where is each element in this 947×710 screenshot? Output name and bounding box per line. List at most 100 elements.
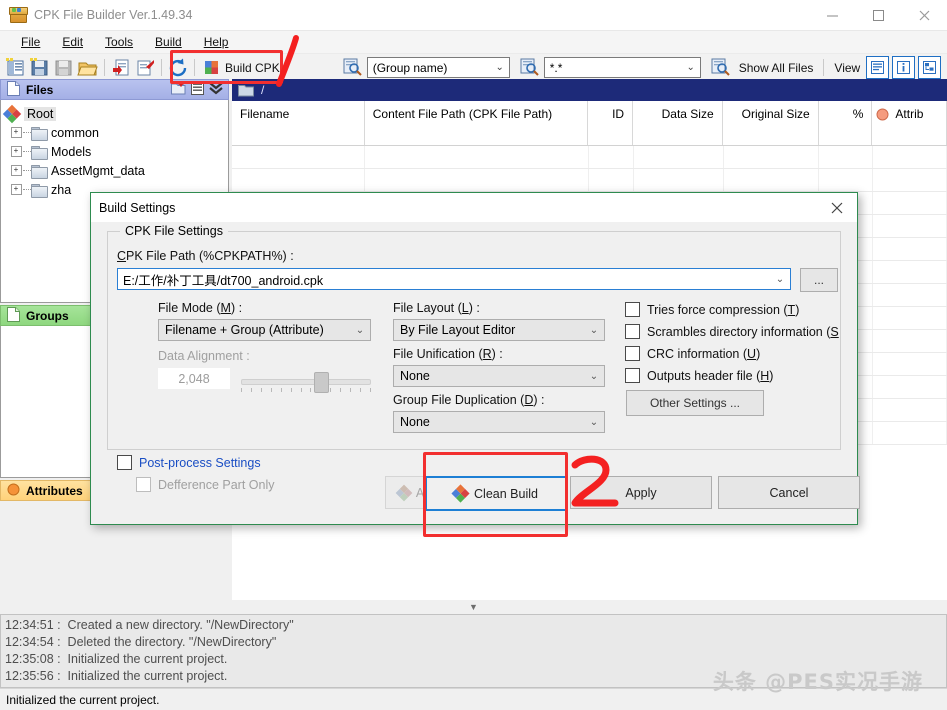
file-page-icon xyxy=(7,80,20,99)
checkbox-box[interactable] xyxy=(625,368,640,383)
status-text: Initialized the current project. xyxy=(6,692,160,707)
column-header-original-size[interactable]: Original Size xyxy=(723,101,819,145)
group-filter-combo[interactable]: (Group name) ⌄ xyxy=(366,57,510,78)
menu-file[interactable]: File xyxy=(10,33,51,51)
checkbox-tries-force-compression[interactable]: Tries force compression (T) xyxy=(625,302,850,317)
tree-item-label: Root xyxy=(24,106,57,121)
open-folder-icon[interactable] xyxy=(77,57,99,79)
file-layout-select[interactable]: By File Layout Editor ⌄ xyxy=(393,319,605,341)
browse-button[interactable]: ... xyxy=(800,268,838,292)
table-row[interactable] xyxy=(232,169,947,192)
collapse-all-icon[interactable] xyxy=(209,81,223,98)
export-file-icon[interactable] xyxy=(134,57,156,79)
other-settings-button[interactable]: Other Settings ... xyxy=(626,390,764,416)
import-file-icon[interactable] xyxy=(110,57,132,79)
files-panel-header[interactable]: Files xyxy=(0,79,229,100)
show-all-files-icon[interactable] xyxy=(710,57,732,79)
checkbox-label: Scrambles directory information (S xyxy=(647,324,839,339)
menu-build[interactable]: Build xyxy=(144,33,193,51)
maximize-icon[interactable] xyxy=(855,0,901,30)
cpk-path-input[interactable]: E:/工作/补丁工具/dt700_android.cpk ⌄ xyxy=(117,268,791,290)
column-header-filename[interactable]: Filename xyxy=(232,101,365,145)
chevron-down-icon[interactable]: ▼ xyxy=(469,602,478,612)
difference-part-only-row: Defference Part Only xyxy=(136,477,275,492)
clean-build-label: Clean Build xyxy=(474,486,538,501)
file-mode-value: Filename + Group (Attribute) xyxy=(165,323,324,337)
checkbox-scrambles-directory-information[interactable]: Scrambles directory information (S xyxy=(625,324,850,339)
menu-tools[interactable]: Tools xyxy=(94,33,144,51)
expand-icon[interactable]: + xyxy=(9,146,23,157)
folder-icon xyxy=(31,164,48,179)
column-header-id[interactable]: ID xyxy=(588,101,634,145)
file-search-icon[interactable] xyxy=(519,57,541,79)
close-icon[interactable] xyxy=(817,193,857,222)
difference-part-only-label: Defference Part Only xyxy=(158,477,275,492)
menu-edit[interactable]: Edit xyxy=(51,33,94,51)
tree-item-assetmgmt-data[interactable]: + AssetMgmt_data xyxy=(5,161,228,180)
group-search-icon[interactable] xyxy=(342,57,364,79)
title-bar: CPK File Builder Ver.1.49.34 xyxy=(0,0,947,31)
root-diamond-icon xyxy=(2,104,22,123)
files-panel-title: Files xyxy=(26,82,54,97)
file-mode-select[interactable]: Filename + Group (Attribute) ⌄ xyxy=(158,319,371,341)
column-header-content-file-path[interactable]: Content File Path (CPK File Path) xyxy=(365,101,588,145)
save-as-icon[interactable] xyxy=(53,57,75,79)
checkbox-box[interactable] xyxy=(625,302,640,317)
show-all-files-label[interactable]: Show All Files xyxy=(733,61,820,75)
tree-item-label: common xyxy=(51,125,99,140)
cpk-file-settings-group: CPK File Settings CPK File Path (%CPKPAT… xyxy=(107,224,841,450)
data-alignment-value[interactable]: 2,048 xyxy=(158,368,230,389)
list-view-icon[interactable] xyxy=(866,56,890,79)
tree-item-common[interactable]: + common xyxy=(5,123,228,142)
clean-build-button[interactable]: Clean Build xyxy=(425,476,567,511)
expand-icon[interactable]: + xyxy=(9,184,23,195)
diamond-build-icon xyxy=(202,58,220,76)
tree-item-models[interactable]: + Models xyxy=(5,142,228,161)
file-unification-select[interactable]: None ⌄ xyxy=(393,365,605,387)
column-header-data-size[interactable]: Data Size xyxy=(633,101,723,145)
cancel-button[interactable]: Cancel xyxy=(718,476,860,509)
list-toggle-icon[interactable] xyxy=(191,81,204,98)
menu-help[interactable]: Help xyxy=(193,33,240,51)
folder-icon xyxy=(31,145,48,160)
add-folder-icon[interactable] xyxy=(171,81,186,98)
file-layout-value: By File Layout Editor xyxy=(400,323,516,337)
path-bar[interactable]: / xyxy=(232,79,947,101)
diamond-build-icon xyxy=(451,484,470,503)
tree-view-icon[interactable] xyxy=(918,56,942,79)
tree-item-root[interactable]: Root xyxy=(2,104,228,123)
table-row[interactable] xyxy=(232,146,947,169)
close-icon[interactable] xyxy=(901,0,947,30)
post-process-settings-row[interactable]: Post-process Settings xyxy=(117,455,261,470)
chevron-down-icon: ⌄ xyxy=(589,324,599,336)
slider-thumb[interactable] xyxy=(314,372,329,393)
column-header-percent[interactable]: % xyxy=(819,101,873,145)
checkbox-box[interactable] xyxy=(625,346,640,361)
expand-icon[interactable]: + xyxy=(9,127,23,138)
data-alignment-slider[interactable] xyxy=(241,372,371,393)
expand-icon[interactable]: + xyxy=(9,165,23,176)
checkbox-box[interactable] xyxy=(625,324,640,339)
new-project-icon[interactable] xyxy=(5,57,27,79)
save-project-icon[interactable] xyxy=(29,57,51,79)
app-window: CPK File Builder Ver.1.49.34 File Edit T… xyxy=(0,0,947,710)
apply-button[interactable]: Apply xyxy=(570,476,712,509)
build-cpk-button[interactable]: Build CPK xyxy=(199,59,290,77)
file-unification-value: None xyxy=(400,369,430,383)
checkbox-crc-information[interactable]: CRC information (U) xyxy=(625,346,850,361)
checkbox-box[interactable] xyxy=(117,455,132,470)
refresh-icon[interactable] xyxy=(167,57,189,79)
name-filter-combo[interactable]: *.* ⌄ xyxy=(543,57,701,78)
checkbox-outputs-header-file[interactable]: Outputs header file (H) xyxy=(625,368,850,383)
orange-circle-icon xyxy=(876,108,889,124)
log-collapse-bar[interactable]: ▼ xyxy=(0,600,947,615)
menu-build-label: Build xyxy=(155,35,182,49)
menu-bar: File Edit Tools Build Help xyxy=(0,31,947,54)
chevron-down-icon[interactable]: ⌄ xyxy=(770,274,790,285)
details-view-icon[interactable] xyxy=(892,56,916,79)
grid-header-row: Filename Content File Path (CPK File Pat… xyxy=(232,101,947,146)
group-file-duplication-select[interactable]: None ⌄ xyxy=(393,411,605,433)
column-header-attrib[interactable]: Attrib xyxy=(872,101,947,145)
minimize-icon[interactable] xyxy=(809,0,855,30)
tree-item-label: Models xyxy=(51,144,92,159)
